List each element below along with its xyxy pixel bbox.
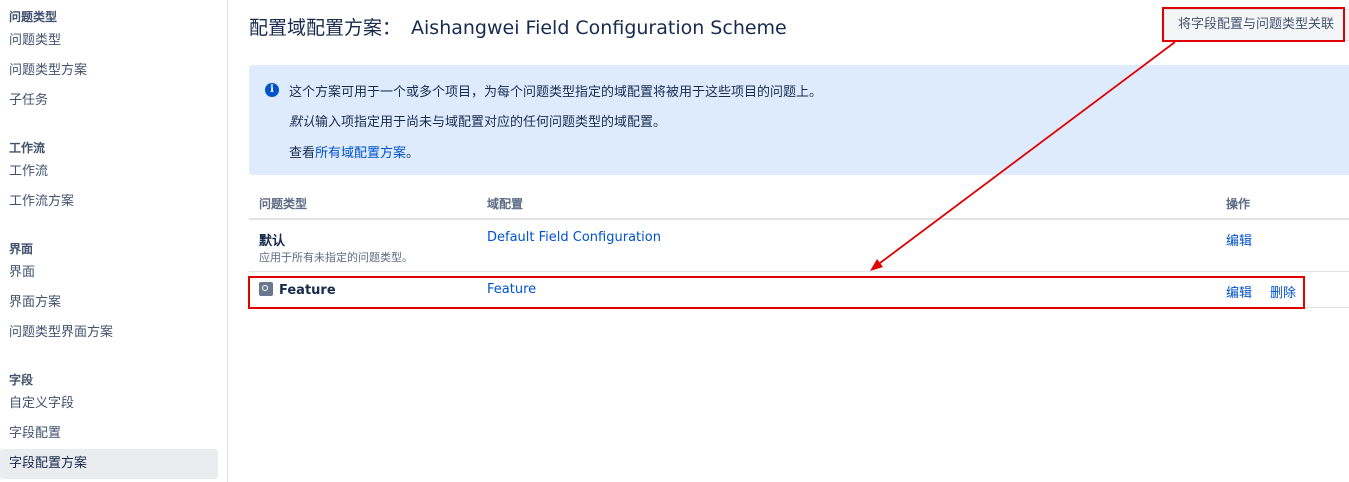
issue-type-name: 默认 <box>259 234 286 249</box>
sidebar-item-issue-types[interactable]: 问题类型 <box>0 26 218 56</box>
info-line-2-text: 输入项指定用于尚未与域配置对应的任何问题类型的域配置。 <box>315 115 667 130</box>
issue-type-label: Feature <box>279 283 336 298</box>
info-icon: i <box>265 83 279 97</box>
sidebar-item-subtasks[interactable]: 子任务 <box>0 86 218 116</box>
sidebar-item-workflows[interactable]: 工作流 <box>0 157 218 187</box>
delete-link[interactable]: 删除 <box>1270 282 1296 301</box>
field-config-link[interactable]: Default Field Configuration <box>487 230 661 245</box>
sidebar-item-field-configuration-schemes[interactable]: 字段配置方案 <box>0 449 218 479</box>
sidebar-item-workflow-schemes[interactable]: 工作流方案 <box>0 187 218 217</box>
header-field-config: 域配置 <box>487 197 524 211</box>
sidebar-heading-screens: 界面 <box>9 242 34 256</box>
sidebar-item-field-configurations[interactable]: 字段配置 <box>0 419 218 449</box>
sidebar-heading-fields: 字段 <box>9 373 34 387</box>
info-line-1: 这个方案可用于一个或多个项目，为每个问题类型指定的域配置将被用于这些项目的问题上… <box>289 85 823 100</box>
table-header: 问题类型 域配置 操作 <box>249 190 1349 220</box>
info-line-3-prefix: 查看 <box>289 146 316 161</box>
info-line-3: 查看所有域配置方案。 <box>289 142 419 161</box>
info-message: i 这个方案可用于一个或多个项目，为每个问题类型指定的域配置将被用于这些项目的问… <box>249 65 1349 175</box>
default-emphasis: 默认 <box>289 115 316 130</box>
field-config-link[interactable]: Feature <box>487 282 536 297</box>
header-actions: 操作 <box>1226 197 1251 211</box>
sidebar-heading-issue-types: 问题类型 <box>9 10 58 24</box>
sidebar-item-screens[interactable]: 界面 <box>0 258 218 288</box>
sidebar-item-screen-schemes[interactable]: 界面方案 <box>0 288 218 318</box>
edit-link[interactable]: 编辑 <box>1226 230 1252 249</box>
edit-link[interactable]: 编辑 <box>1226 282 1252 301</box>
admin-sidebar: 问题类型 问题类型 问题类型方案 子任务 工作流 工作流 工作流方案 界面 界面… <box>0 0 228 482</box>
feature-issue-type-icon <box>259 282 273 296</box>
sidebar-item-issue-type-schemes[interactable]: 问题类型方案 <box>0 56 218 86</box>
sidebar-heading-workflows: 工作流 <box>9 141 46 155</box>
issue-type-name: Feature <box>259 282 336 298</box>
info-line-3-suffix: 。 <box>406 146 420 161</box>
sidebar-item-issue-type-screen-schemes[interactable]: 问题类型界面方案 <box>0 318 218 348</box>
header-issue-type: 问题类型 <box>259 197 308 211</box>
scheme-name: Aishangwei Field Configuration Scheme <box>411 17 787 39</box>
page-title: 配置域配置方案： Aishangwei Field Configuration S… <box>249 13 787 40</box>
table-row: Feature Feature 编辑 删除 <box>249 272 1349 308</box>
page-title-prefix: 配置域配置方案： <box>249 17 402 39</box>
table-row: 默认 应用于所有未指定的问题类型。 Default Field Configur… <box>249 221 1349 272</box>
associate-field-config-button[interactable]: 将字段配置与问题类型关联 <box>1164 9 1349 41</box>
info-line-2: 默认输入项指定用于尚未与域配置对应的任何问题类型的域配置。 <box>289 111 666 130</box>
issue-type-description: 应用于所有未指定的问题类型。 <box>259 251 413 264</box>
sidebar-item-custom-fields[interactable]: 自定义字段 <box>0 389 218 419</box>
all-field-config-schemes-link[interactable]: 所有域配置方案 <box>315 146 406 161</box>
